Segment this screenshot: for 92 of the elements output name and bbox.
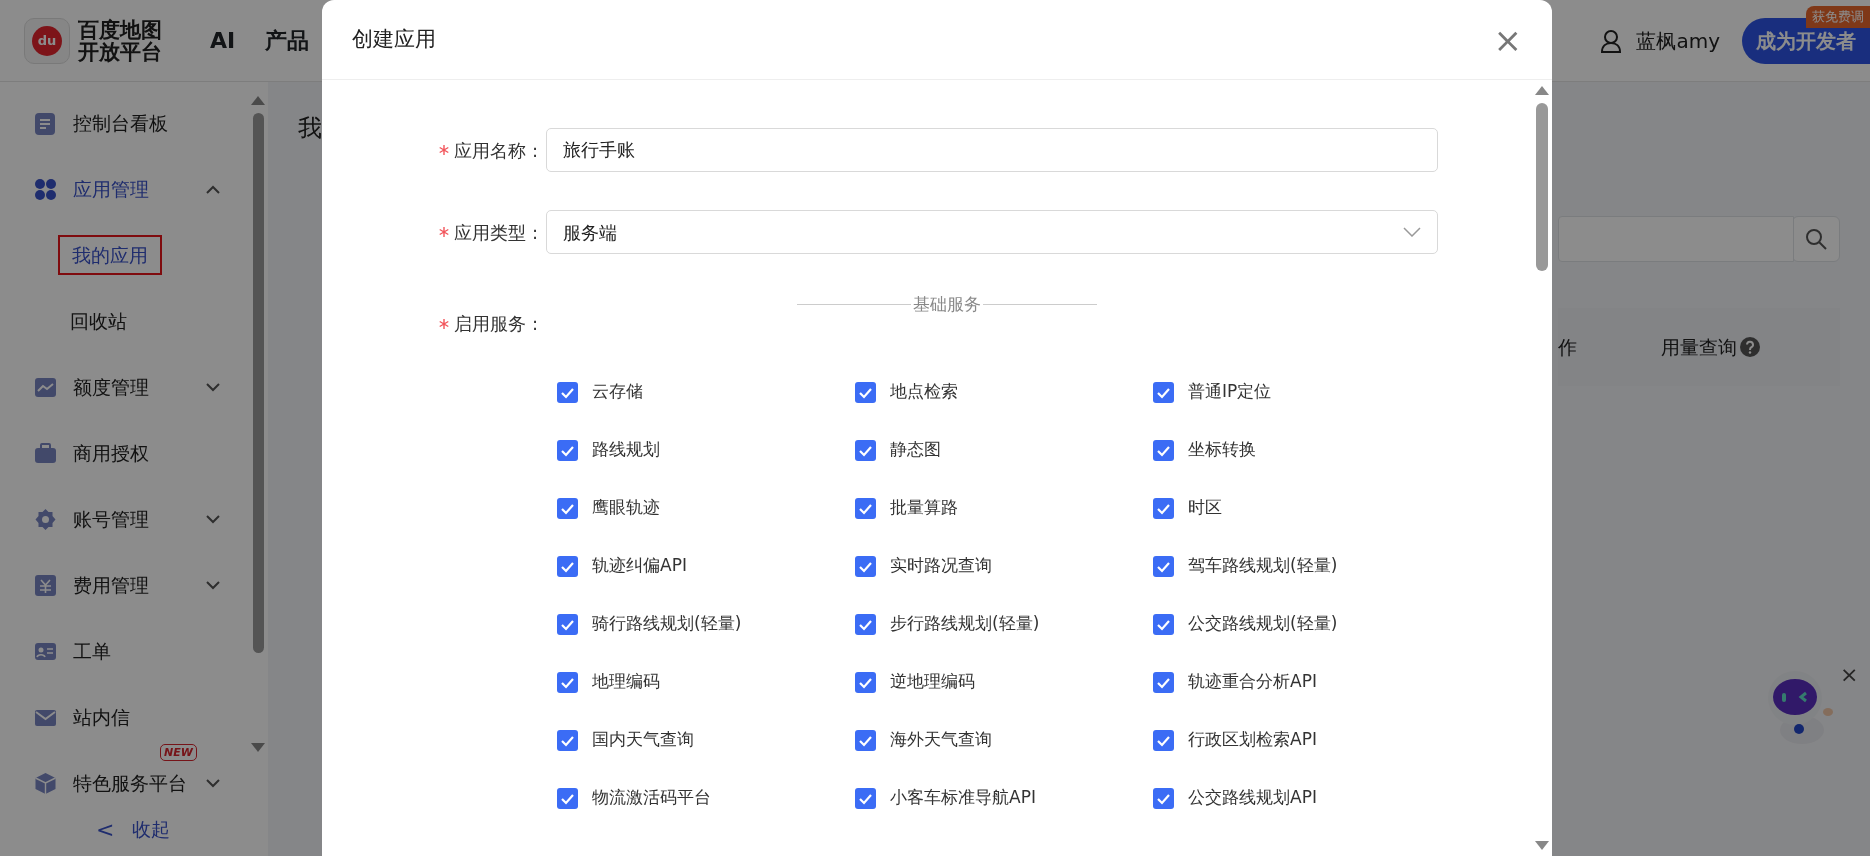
chart-icon xyxy=(34,375,57,399)
dialog-title: 创建应用 xyxy=(352,25,436,53)
sidebar-item[interactable]: 控制台看板 xyxy=(0,103,268,143)
input-field[interactable]: 旅行手账 xyxy=(546,128,1438,172)
checkbox-label: 时区 xyxy=(1188,496,1222,520)
briefcase-icon xyxy=(34,441,57,465)
checkbox-label: 海外天气查询 xyxy=(890,728,992,752)
checkbox-label: 地理编码 xyxy=(592,670,660,694)
sidebar-subitem[interactable]: 我的应用 xyxy=(58,234,162,276)
checkbox[interactable] xyxy=(855,497,876,519)
grid-icon xyxy=(34,177,57,201)
checkbox[interactable] xyxy=(855,439,876,461)
checkbox[interactable] xyxy=(1153,439,1174,461)
sidebar-item[interactable]: 应用管理 xyxy=(0,169,268,209)
checkbox-label: 小客车标准导航API xyxy=(890,786,1036,810)
checkbox[interactable] xyxy=(855,613,876,635)
checkbox[interactable] xyxy=(1153,613,1174,635)
sidebar-item[interactable]: 费用管理 xyxy=(0,565,268,605)
cube-icon xyxy=(34,771,57,795)
checkbox-label: 普通IP定位 xyxy=(1188,380,1272,404)
checkbox[interactable] xyxy=(557,613,578,635)
checkbox[interactable] xyxy=(557,787,578,809)
checkbox-label: 轨迹重合分析API xyxy=(1188,670,1317,694)
user-icon xyxy=(1600,28,1623,53)
gear-icon xyxy=(34,507,57,531)
checkbox-label: 骑行路线规划(轻量) xyxy=(592,612,742,636)
checkbox[interactable] xyxy=(1153,729,1174,751)
checkbox[interactable] xyxy=(1153,555,1174,577)
checkbox-label: 公交路线规划API xyxy=(1188,786,1317,810)
close-button[interactable]: × xyxy=(1840,658,1859,691)
sidebar-item[interactable]: 商用授权 xyxy=(0,433,268,473)
checkbox[interactable] xyxy=(557,381,578,403)
document-icon xyxy=(34,111,57,135)
checkbox-label: 驾车路线规划(轻量) xyxy=(1188,554,1338,578)
checkbox-label: 公交路线规划(轻量) xyxy=(1188,612,1338,636)
checkbox-label: 静态图 xyxy=(890,438,941,462)
checkbox-label: 批量算路 xyxy=(890,496,958,520)
checkbox[interactable] xyxy=(557,555,578,577)
checkbox[interactable] xyxy=(855,787,876,809)
checkbox[interactable] xyxy=(855,729,876,751)
sidebar-item[interactable]: 特色服务平台 xyxy=(0,763,268,803)
field-label: 应用名称 : xyxy=(454,138,538,163)
sidebar-item[interactable]: 站内信 xyxy=(0,697,268,737)
close-button[interactable]: × xyxy=(1493,22,1522,57)
checkbox[interactable] xyxy=(1153,787,1174,809)
checkbox-label: 路线规划 xyxy=(592,438,660,462)
checkbox-label: 行政区划检索API xyxy=(1188,728,1317,752)
checkbox-label: 物流激活码平台 xyxy=(592,786,711,810)
logo-pin-icon: du xyxy=(24,17,70,64)
checkbox[interactable] xyxy=(1153,671,1174,693)
checkbox-label: 步行路线规划(轻量) xyxy=(890,612,1040,636)
search-button[interactable] xyxy=(1792,216,1840,262)
select-field[interactable]: 服务端 xyxy=(546,210,1438,254)
sidebar-item[interactable]: 工单 xyxy=(0,631,268,671)
field-label: 应用类型 : xyxy=(454,220,538,245)
promo-badge: 获免费调 xyxy=(1806,6,1870,28)
checkbox[interactable] xyxy=(855,671,876,693)
column-header: 作 xyxy=(1558,334,1577,360)
checkbox-label: 国内天气查询 xyxy=(592,728,694,752)
checkbox-label: 坐标转换 xyxy=(1188,438,1256,462)
collapse-button[interactable]: < 收起 xyxy=(96,813,171,846)
help-icon xyxy=(1740,337,1760,357)
checkbox-label: 云存储 xyxy=(592,380,643,404)
checkbox[interactable] xyxy=(1153,497,1174,519)
sidebar-subitem[interactable]: 回收站 xyxy=(58,302,139,340)
nav-link[interactable]: 产品 xyxy=(265,24,310,57)
checkbox-label: 实时路况查询 xyxy=(890,554,992,578)
column-header: 用量查询 xyxy=(1661,334,1737,360)
checkbox[interactable] xyxy=(855,555,876,577)
checkbox[interactable] xyxy=(855,381,876,403)
checkbox[interactable] xyxy=(557,497,578,519)
nav-link[interactable]: AI xyxy=(210,24,236,57)
checkbox-label: 轨迹纠偏API xyxy=(592,554,687,578)
yen-icon xyxy=(34,573,57,597)
sidebar-item[interactable]: 额度管理 xyxy=(0,367,268,407)
new-badge: NEW xyxy=(160,744,197,761)
dropdown-caret-icon xyxy=(1403,227,1421,237)
section-divider-label: 基础服务 xyxy=(913,293,981,316)
checkbox-label: 鹰眼轨迹 xyxy=(592,496,660,520)
checkbox-label: 逆地理编码 xyxy=(890,670,975,694)
sidebar-item[interactable]: 账号管理 xyxy=(0,499,268,539)
checkbox[interactable] xyxy=(557,729,578,751)
field-label: 启用服务 : xyxy=(454,312,538,336)
checkbox[interactable] xyxy=(557,671,578,693)
logo-text: 百度地图 xyxy=(78,18,162,41)
checkbox-label: 地点检索 xyxy=(890,380,958,404)
checkbox[interactable] xyxy=(557,439,578,461)
user-name[interactable]: 蓝枫amy xyxy=(1636,25,1720,56)
page-title: 我 xyxy=(298,113,323,144)
search-icon xyxy=(1805,228,1827,250)
checkbox[interactable] xyxy=(1153,381,1174,403)
logo-text: 开放平台 xyxy=(78,40,162,63)
